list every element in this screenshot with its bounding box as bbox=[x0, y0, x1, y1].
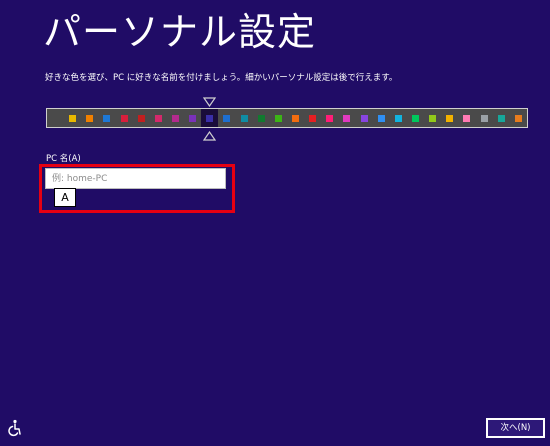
selected-color-top-marker-icon bbox=[203, 97, 216, 107]
page-title: パーソナル設定 bbox=[43, 10, 317, 54]
color-swatch-dot bbox=[446, 114, 454, 122]
next-button[interactable]: 次へ(N) bbox=[486, 418, 545, 438]
color-swatch[interactable] bbox=[424, 109, 441, 127]
color-swatch[interactable] bbox=[81, 109, 98, 127]
color-swatch[interactable] bbox=[167, 109, 184, 127]
color-swatch[interactable] bbox=[253, 109, 270, 127]
color-swatch-dot bbox=[189, 114, 197, 122]
color-swatch-dot bbox=[326, 114, 334, 122]
color-swatch[interactable] bbox=[47, 109, 64, 127]
ease-of-access-icon[interactable] bbox=[5, 419, 23, 437]
color-swatch-dot bbox=[257, 114, 265, 122]
color-swatch[interactable] bbox=[236, 109, 253, 127]
color-swatch-dot bbox=[412, 114, 420, 122]
color-swatch[interactable] bbox=[133, 109, 150, 127]
color-swatch[interactable] bbox=[218, 109, 235, 127]
color-swatch[interactable] bbox=[201, 109, 219, 127]
color-swatch-dot bbox=[480, 114, 488, 122]
color-swatch[interactable] bbox=[287, 109, 304, 127]
ime-mode-indicator: A bbox=[54, 188, 76, 207]
color-swatch[interactable] bbox=[270, 109, 287, 127]
color-swatch[interactable] bbox=[64, 109, 81, 127]
color-swatch[interactable] bbox=[390, 109, 407, 127]
color-swatch[interactable] bbox=[304, 109, 321, 127]
color-swatch-dot bbox=[206, 114, 214, 122]
color-swatch[interactable] bbox=[321, 109, 338, 127]
color-swatch-dot bbox=[154, 114, 162, 122]
pc-name-input[interactable] bbox=[45, 168, 226, 189]
color-swatch[interactable] bbox=[116, 109, 133, 127]
color-swatch-dot bbox=[514, 114, 522, 122]
color-swatch[interactable] bbox=[338, 109, 355, 127]
description-text: 好きな色を選び、PC に好きな名前を付けましょう。細かいパーソナル設定は後で行え… bbox=[45, 73, 398, 83]
color-swatch[interactable] bbox=[476, 109, 493, 127]
color-swatch-dot bbox=[343, 114, 351, 122]
color-swatch-dot bbox=[463, 114, 471, 122]
color-swatch-dot bbox=[394, 114, 402, 122]
color-swatch[interactable] bbox=[184, 109, 201, 127]
color-swatch-dot bbox=[429, 114, 437, 122]
color-swatch-dot bbox=[52, 114, 60, 122]
color-swatch-dot bbox=[497, 114, 505, 122]
color-swatch-dot bbox=[309, 114, 317, 122]
color-swatch-dot bbox=[223, 114, 231, 122]
color-swatch-dot bbox=[86, 114, 94, 122]
color-swatch[interactable] bbox=[98, 109, 115, 127]
color-swatch[interactable] bbox=[407, 109, 424, 127]
color-swatch-dot bbox=[274, 114, 282, 122]
color-swatch-dot bbox=[240, 114, 248, 122]
color-swatch-dot bbox=[69, 114, 77, 122]
color-swatch[interactable] bbox=[373, 109, 390, 127]
selected-color-bottom-marker-icon bbox=[203, 131, 216, 141]
color-swatch[interactable] bbox=[150, 109, 167, 127]
color-swatch[interactable] bbox=[493, 109, 510, 127]
color-swatch-dot bbox=[377, 114, 385, 122]
color-swatch-dot bbox=[360, 114, 368, 122]
color-swatch-dot bbox=[103, 114, 111, 122]
color-swatch[interactable] bbox=[458, 109, 475, 127]
color-swatch[interactable] bbox=[441, 109, 458, 127]
color-swatch-dot bbox=[172, 114, 180, 122]
color-swatch[interactable] bbox=[510, 109, 527, 127]
color-swatch-dot bbox=[120, 114, 128, 122]
color-swatch-strip bbox=[46, 108, 528, 128]
color-swatch-dot bbox=[137, 114, 145, 122]
color-swatch-dot bbox=[292, 114, 300, 122]
color-swatch[interactable] bbox=[356, 109, 373, 127]
